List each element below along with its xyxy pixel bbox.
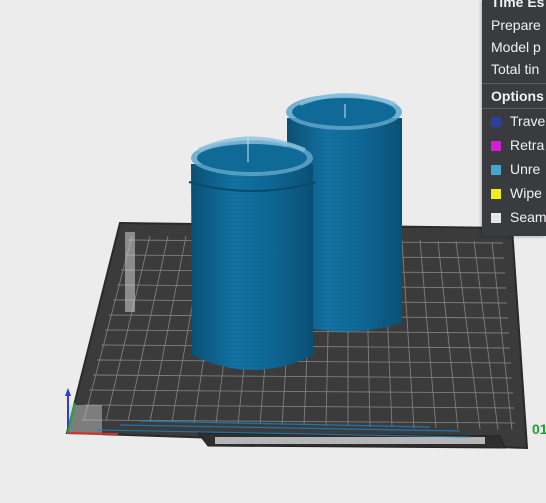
stat-total-time: Total tin: [491, 61, 540, 77]
axis-label: 01: [532, 421, 546, 437]
option-travel-label: Trave: [510, 113, 546, 129]
unretract-swatch: [491, 165, 501, 175]
option-seam-label: Seam: [510, 209, 546, 225]
options-divider: [482, 108, 546, 109]
wipe-swatch: [491, 189, 501, 199]
option-unretract[interactable]: Unre: [491, 161, 540, 177]
option-wipe-label: Wipe: [510, 185, 542, 201]
plate-tab-label: [215, 437, 485, 444]
option-seam[interactable]: Seam: [491, 209, 546, 225]
cylinder-front: [188, 136, 317, 370]
options-title: Options: [491, 88, 544, 104]
option-retract[interactable]: Retra: [491, 137, 544, 153]
option-retract-label: Retra: [510, 137, 545, 153]
retract-swatch: [491, 141, 501, 151]
legend-divider: [482, 83, 546, 84]
option-wipe[interactable]: Wipe: [491, 185, 542, 201]
stat-model-print: Model p: [491, 39, 541, 55]
legend-title: Time Es: [491, 0, 545, 10]
travel-swatch: [491, 117, 501, 127]
plate-edge-text: [125, 232, 135, 312]
plate-corner-marker: [67, 405, 102, 435]
stat-prepare: Prepare: [491, 17, 541, 33]
3d-viewport[interactable]: [0, 0, 546, 503]
option-unretract-label: Unre: [510, 161, 541, 177]
option-travel[interactable]: Trave: [491, 113, 545, 129]
seam-swatch: [491, 213, 501, 223]
x-axis-line: [67, 432, 119, 435]
legend-panel: Time Es Prepare Model p Total tin Option…: [482, 0, 546, 236]
